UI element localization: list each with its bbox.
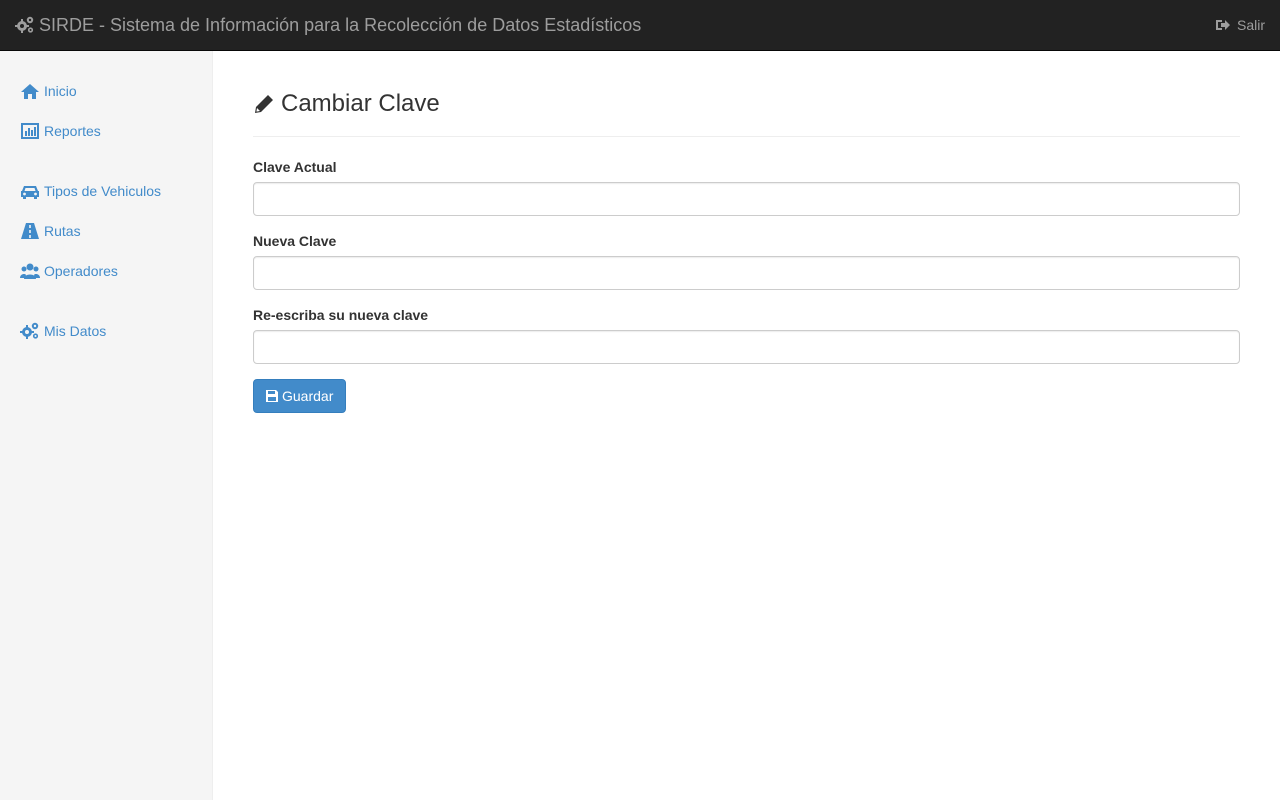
- sidebar: Inicio Reportes Tipos de Vehiculos Rutas…: [0, 51, 213, 800]
- pencil-icon: [255, 95, 273, 113]
- sidebar-item-label: Reportes: [44, 123, 101, 139]
- sidebar-item-tipos-de-vehiculos[interactable]: Tipos de Vehiculos: [20, 181, 161, 201]
- save-button[interactable]: Guardar: [253, 379, 347, 413]
- sign-out-icon: [1215, 20, 1230, 30]
- sidebar-item-operadores[interactable]: Operadores: [20, 261, 118, 281]
- users-icon: [20, 263, 40, 279]
- sidebar-item-label: Rutas: [44, 223, 81, 239]
- sidebar-item-label: Operadores: [44, 263, 118, 279]
- logout-button[interactable]: Salir: [1215, 0, 1265, 50]
- car-icon: [21, 186, 39, 199]
- brand-link[interactable]: SIRDE - Sistema de Información para la R…: [15, 0, 641, 50]
- confirm-password-input[interactable]: [253, 330, 1240, 364]
- page-title: Cambiar Clave: [253, 89, 1240, 119]
- top-navbar: SIRDE - Sistema de Información para la R…: [0, 0, 1280, 51]
- save-button-label: Guardar: [282, 388, 334, 404]
- page-title-text: Cambiar Clave: [281, 90, 440, 117]
- gears-icon: [20, 322, 39, 339]
- app-title: SIRDE - Sistema de Información para la R…: [39, 14, 642, 35]
- current-password-label: Clave Actual: [253, 159, 337, 175]
- current-password-input[interactable]: [253, 182, 1240, 216]
- sidebar-item-inicio[interactable]: Inicio: [20, 81, 77, 101]
- sidebar-item-label: Mis Datos: [44, 323, 107, 339]
- logout-label: Salir: [1236, 17, 1265, 33]
- confirm-password-label: Re-escriba su nueva clave: [253, 307, 429, 323]
- new-password-label: Nueva Clave: [253, 233, 337, 249]
- gears-icon: [15, 16, 34, 33]
- sidebar-item-reportes[interactable]: Reportes: [20, 121, 101, 141]
- floppy-disk-icon: [266, 390, 278, 402]
- sidebar-item-label: Tipos de Vehiculos: [44, 183, 161, 199]
- bar-chart-icon: [21, 123, 39, 139]
- new-password-input[interactable]: [253, 256, 1240, 290]
- page-header: Cambiar Clave: [253, 89, 1240, 137]
- main-content: Cambiar Clave Clave Actual Nueva Clave R…: [213, 51, 1280, 800]
- road-icon: [21, 223, 39, 239]
- sidebar-item-rutas[interactable]: Rutas: [20, 221, 81, 241]
- home-icon: [21, 84, 39, 99]
- sidebar-item-label: Inicio: [44, 83, 77, 99]
- sidebar-item-mis-datos[interactable]: Mis Datos: [20, 321, 106, 341]
